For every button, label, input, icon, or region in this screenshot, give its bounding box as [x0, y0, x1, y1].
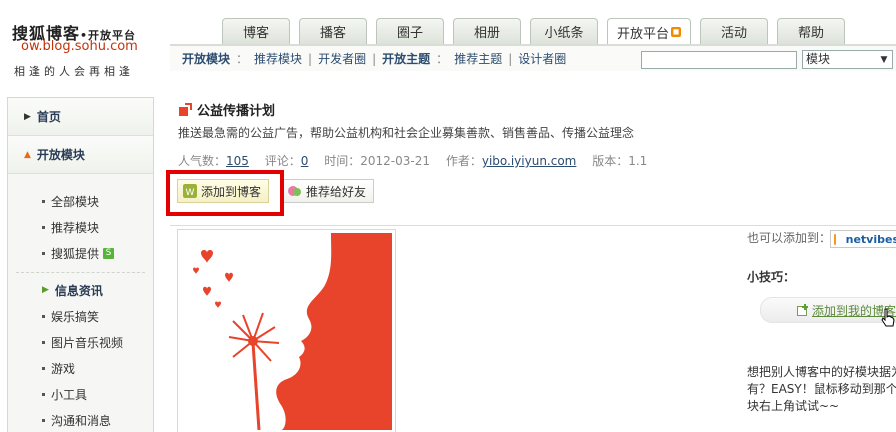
sidebar: ▶ 首页 ▲ 开放模块 全部模块 推荐模块 搜狐提供 S ▶ 信息资讯 娱乐搞笑 图…: [7, 97, 154, 432]
bullet-icon: [42, 392, 45, 396]
add-button-highlight-box: [166, 170, 284, 216]
subnav-developer-circle[interactable]: 开发者圈: [318, 50, 366, 67]
sidebar-divider: [16, 272, 145, 273]
bullet-icon: [42, 251, 45, 255]
tab-label: 相册: [473, 26, 500, 41]
bullet-icon: [42, 314, 45, 318]
tab-album[interactable]: 相册: [453, 18, 521, 44]
subnav-open-modules[interactable]: 开放模块: [182, 50, 230, 67]
popularity-count[interactable]: 105: [226, 154, 249, 168]
netvibes-icon: [834, 233, 836, 245]
sidebar-item-all-modules[interactable]: 全部模块: [8, 188, 153, 214]
tab-open-platform[interactable]: 开放平台 ◼: [607, 18, 691, 45]
gift-icon: [288, 186, 301, 196]
tip-add-to-my-blog-button[interactable]: 添加到我的博客: [760, 297, 896, 323]
sidebar-item-label: 开放模块: [36, 148, 85, 162]
sidebar-item-games[interactable]: 游戏: [8, 355, 153, 381]
page: 搜狐博客•开放平台 ow.blog.sohu.com 相逢的人会再相逢 博客 播…: [0, 0, 896, 432]
comment-count[interactable]: 0: [301, 154, 309, 168]
sidebar-item-open-modules[interactable]: ▲ 开放模块: [8, 136, 153, 174]
triangle-right-icon: ▶: [42, 285, 49, 295]
bullet-icon: [42, 225, 45, 229]
module-preview-image: [177, 229, 396, 432]
module-title: 公益传播计划: [178, 100, 275, 119]
bullet-icon: [42, 366, 45, 370]
tab-label: 帮助: [797, 26, 824, 41]
subnav-recommended-modules[interactable]: 推荐模块: [254, 50, 302, 67]
content-divider: [170, 225, 896, 226]
tab-blog[interactable]: 博客: [222, 18, 290, 44]
sohu-badge-icon: S: [103, 247, 115, 259]
module-icon: [179, 102, 192, 116]
sidebar-module-list: 全部模块 推荐模块 搜狐提供 S ▶ 信息资讯 娱乐搞笑 图片音乐视频 游戏 小工具…: [8, 174, 153, 432]
sidebar-item-sohu-provided[interactable]: 搜狐提供 S: [8, 240, 153, 266]
logo-url: ow.blog.sohu.com: [21, 39, 138, 54]
tab-label: 播客: [319, 26, 346, 41]
subnav-designer-circle[interactable]: 设计者圈: [518, 50, 566, 67]
top-tabs: 博客 播客 圈子 相册 小纸条 开放平台 ◼ 活动 帮助: [222, 18, 845, 45]
bullet-icon: [42, 199, 45, 203]
author-link[interactable]: yibo.iyiyun.com: [482, 154, 577, 168]
recommend-to-friend-button[interactable]: 推荐给好友: [282, 179, 374, 203]
tab-label: 圈子: [396, 26, 423, 41]
sidebar-section-info[interactable]: ▶ 信息资讯: [8, 277, 153, 303]
tab-activity[interactable]: 活动: [700, 18, 768, 44]
tab-circle[interactable]: 圈子: [376, 18, 444, 44]
sidebar-item-messaging[interactable]: 沟通和消息: [8, 407, 153, 432]
hand-cursor-icon: [881, 308, 895, 327]
sidebar-item-label: 首页: [36, 110, 61, 124]
version-value: 1.1: [628, 154, 648, 168]
sidebar-item-recommended-modules[interactable]: 推荐模块: [8, 214, 153, 240]
search-input[interactable]: [641, 51, 797, 69]
subnav-recommended-themes[interactable]: 推荐主题: [454, 50, 502, 67]
tab-label: 博客: [242, 26, 269, 41]
publish-time: 2012-03-21: [360, 154, 430, 168]
preview-image-canvas: [181, 233, 392, 430]
chevron-down-icon: ▼: [880, 55, 888, 65]
arrow-up-icon: ▲: [24, 149, 31, 160]
tab-notes[interactable]: 小纸条: [530, 18, 598, 44]
tab-podcast[interactable]: 播客: [299, 18, 367, 44]
tip-description: 想把别人博客中的好模块据为己 有？EASY！鼠标移动到那个模 块右上角试试~~: [747, 365, 896, 413]
subnav-open-themes[interactable]: 开放主题: [382, 50, 430, 67]
tab-help[interactable]: 帮助: [777, 18, 845, 44]
tab-label: 小纸条: [544, 26, 584, 41]
module-description: 推送最急需的公益广告，帮助公益机构和社会企业募集善款、销售善品、传播公益理念: [178, 126, 635, 140]
tab-label: 活动: [720, 26, 747, 41]
search-type-select[interactable]: 模块 ▼: [802, 50, 893, 69]
add-module-icon: [797, 304, 808, 316]
bullet-icon: [42, 340, 45, 344]
select-value: 模块: [806, 52, 831, 66]
bullet-icon: [42, 418, 45, 422]
module-meta: 人气数：105 评论：0 时间：2012-03-21 作者：yibo.iyiyu…: [178, 154, 648, 168]
sidebar-item-tools[interactable]: 小工具: [8, 381, 153, 407]
tab-label: 开放平台: [616, 26, 669, 42]
module-title-text: 公益传播计划: [197, 104, 276, 119]
sidebar-item-home[interactable]: ▶ 首页: [8, 98, 153, 136]
sidebar-item-media[interactable]: 图片音乐视频: [8, 329, 153, 355]
logo-slogan: 相逢的人会再相逢: [14, 65, 134, 78]
new-badge-icon: ◼: [671, 27, 681, 37]
also-add-to-label: 也可以添加到：: [747, 231, 832, 245]
dandelion-silhouette-image: [181, 233, 392, 430]
sidebar-item-entertainment[interactable]: 娱乐搞笑: [8, 303, 153, 329]
arrow-right-icon: ▶: [24, 111, 31, 122]
tips-heading: 小技巧：: [747, 270, 796, 284]
logo[interactable]: 搜狐博客•开放平台 ow.blog.sohu.com 相逢的人会再相逢: [0, 0, 164, 90]
netvibes-button[interactable]: netvibes: [830, 230, 896, 248]
